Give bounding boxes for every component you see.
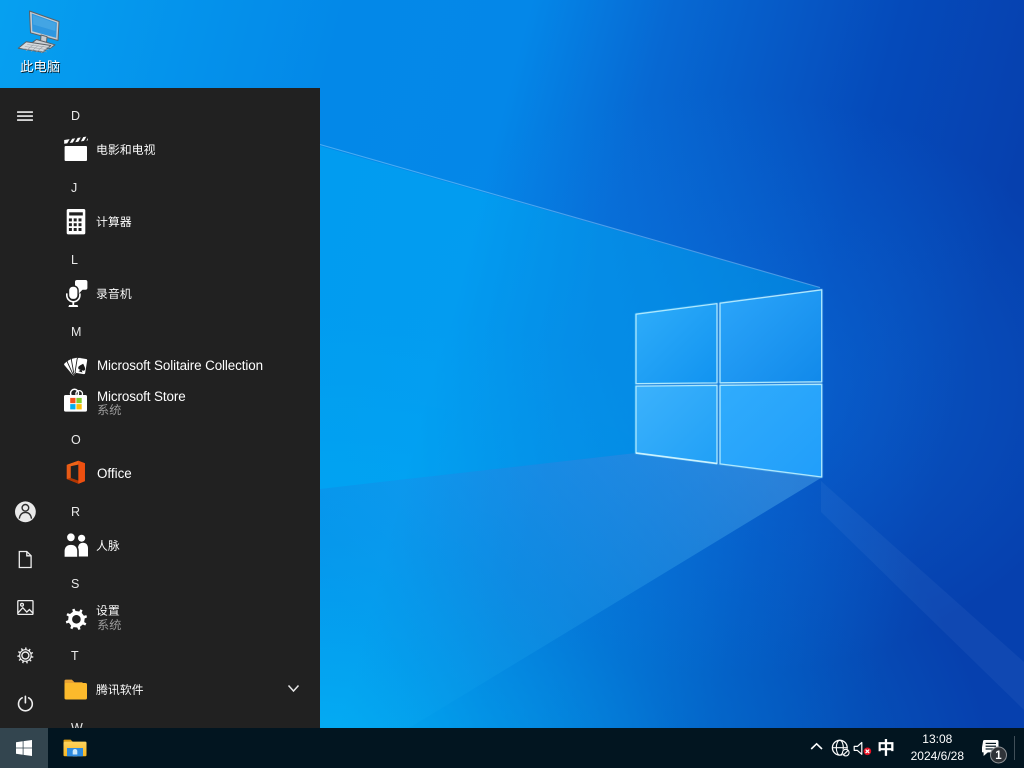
svg-text:1: 1 — [995, 750, 1002, 762]
